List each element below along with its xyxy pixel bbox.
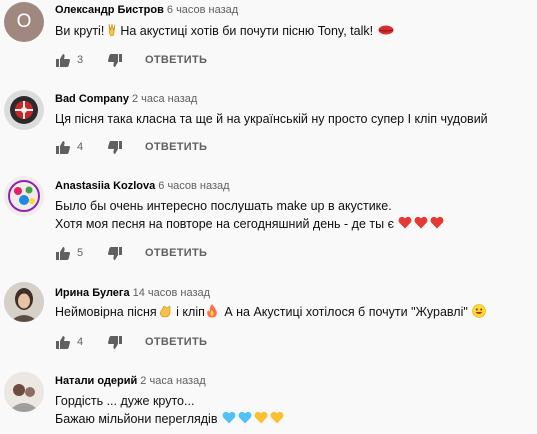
thumb-up-icon[interactable] bbox=[55, 334, 71, 350]
red-heart-emoji-icon bbox=[414, 216, 428, 230]
clapping-hands-emoji-icon bbox=[158, 304, 172, 318]
thumb-down-icon[interactable] bbox=[107, 139, 123, 155]
blue-heart-emoji-icon bbox=[222, 411, 236, 425]
comment-text: Ця пісня така класна та ще й на українсь… bbox=[55, 112, 488, 126]
comment-author[interactable]: Anastasiia Kozlova bbox=[55, 180, 155, 192]
comment-text-line: Гордість ... дуже круто... bbox=[55, 394, 195, 408]
comment-text: Ви круті! На акустиці хотів би почути піс… bbox=[55, 22, 394, 40]
thumb-up-icon[interactable] bbox=[55, 245, 71, 261]
thumb-up-icon[interactable] bbox=[55, 139, 71, 155]
reply-button[interactable]: ОТВЕТИТЬ bbox=[145, 336, 207, 348]
comment-text: Гордість ... дуже круто... Бажаю мільйон… bbox=[55, 392, 285, 428]
thumb-down-icon[interactable] bbox=[107, 52, 123, 68]
comment-time[interactable]: 6 часов назад bbox=[167, 4, 238, 16]
avatar[interactable] bbox=[4, 372, 44, 412]
avatar[interactable] bbox=[4, 90, 44, 130]
comment-author[interactable]: Олександр Бистров bbox=[55, 4, 164, 16]
comment-text-line: Бажаю мільйони переглядів bbox=[55, 410, 285, 428]
comment-time[interactable]: 2 часа назад bbox=[132, 93, 197, 105]
reply-button[interactable]: ОТВЕТИТЬ bbox=[145, 54, 207, 66]
like-count: 4 bbox=[77, 141, 84, 153]
victory-hand-emoji-icon bbox=[105, 23, 119, 37]
grinning-face-emoji-icon bbox=[472, 304, 487, 318]
comment-text-line: Хотя моя песня на повторе на сегодняшний… bbox=[55, 215, 445, 233]
comment-author[interactable]: Ирина Булега bbox=[55, 287, 130, 299]
thumb-down-icon[interactable] bbox=[107, 245, 123, 261]
like-count: 4 bbox=[77, 336, 84, 348]
thumb-down-icon[interactable] bbox=[107, 334, 123, 350]
like-count: 3 bbox=[77, 54, 84, 66]
like-count: 5 bbox=[77, 247, 84, 259]
red-heart-emoji-icon bbox=[430, 216, 444, 230]
comment-time[interactable]: 6 часов назад bbox=[158, 180, 229, 192]
yellow-heart-emoji-icon bbox=[270, 411, 284, 425]
blue-heart-emoji-icon bbox=[238, 411, 252, 425]
avatar[interactable]: О bbox=[4, 2, 44, 42]
red-heart-emoji-icon bbox=[398, 216, 412, 230]
reply-button[interactable]: ОТВЕТИТЬ bbox=[145, 247, 207, 259]
comment-time[interactable]: 14 часов назад bbox=[133, 287, 210, 299]
thumb-up-icon[interactable] bbox=[55, 52, 71, 68]
comment-time[interactable]: 2 часа назад bbox=[140, 375, 205, 387]
comment-text: Было бы очень интересно послушать make u… bbox=[55, 197, 445, 233]
comment-text-line: Было бы очень интересно послушать make u… bbox=[55, 199, 392, 213]
avatar-letter: О bbox=[16, 11, 32, 32]
yellow-heart-emoji-icon bbox=[254, 411, 268, 425]
avatar[interactable] bbox=[4, 176, 44, 216]
reply-button[interactable]: ОТВЕТИТЬ bbox=[145, 141, 207, 153]
lips-emoji-icon bbox=[378, 23, 394, 37]
comment-author[interactable]: Натали одерий bbox=[55, 375, 137, 387]
avatar[interactable] bbox=[4, 282, 44, 322]
comment-author[interactable]: Bad Company bbox=[55, 93, 129, 105]
comment-text: Неймовірна пісня і кліп А на Акустиці хо… bbox=[55, 303, 487, 321]
fire-emoji-icon bbox=[206, 304, 220, 318]
